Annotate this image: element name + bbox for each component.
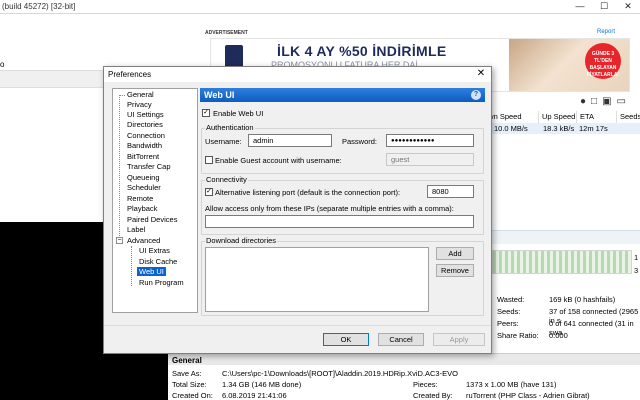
total-size-value: 1.34 GB (146 MB done) bbox=[222, 380, 302, 389]
created-by-label: Created By: bbox=[413, 391, 453, 400]
tree-item-remote[interactable]: Remote bbox=[127, 194, 153, 203]
row-down-speed: 10.0 MB/s bbox=[494, 124, 528, 133]
stat-wasted-value: 169 kB (0 hashfails) bbox=[549, 295, 616, 304]
side-number-2: 3 bbox=[634, 266, 639, 275]
tree-item-privacy[interactable]: Privacy bbox=[127, 100, 152, 109]
stat-ratio-value: 0.000 bbox=[549, 331, 568, 340]
tree-item-bandwidth[interactable]: Bandwidth bbox=[127, 141, 162, 150]
tree-item-connection[interactable]: Connection bbox=[127, 131, 165, 140]
password-input[interactable]: ●●●●●●●●●●●● bbox=[386, 134, 474, 147]
username-input[interactable]: admin bbox=[248, 134, 332, 147]
dialog-divider bbox=[104, 325, 491, 326]
tree-line bbox=[119, 95, 120, 244]
ad-report-link[interactable]: Report bbox=[597, 29, 615, 35]
preferences-dialog: Preferences ✕ General Privacy UI Setting… bbox=[103, 66, 492, 354]
monitor-icon[interactable]: ▭ bbox=[617, 96, 626, 107]
stat-ratio-label: Share Ratio: bbox=[497, 331, 539, 340]
alt-port-checkbox[interactable]: ✓ bbox=[205, 188, 213, 196]
pieces-value: 1373 x 1.00 MB (have 131) bbox=[466, 380, 557, 389]
toolbar-right: ● □ ▣ ▭ bbox=[560, 92, 640, 110]
row-eta: 12m 17s bbox=[579, 124, 608, 133]
col-eta[interactable]: ETA bbox=[576, 111, 594, 123]
alt-port-label: Alternative listening port (default is t… bbox=[215, 188, 401, 197]
stat-peers-label: Peers: bbox=[497, 319, 519, 328]
help-icon[interactable]: ? bbox=[471, 90, 481, 100]
remote-icon[interactable]: ▣ bbox=[602, 96, 611, 107]
tree-item-paired-devices[interactable]: Paired Devices bbox=[127, 215, 177, 224]
tree-item-run-program[interactable]: Run Program bbox=[139, 278, 184, 287]
tree-item-scheduler[interactable]: Scheduler bbox=[127, 183, 161, 192]
guest-username-input[interactable]: guest bbox=[386, 153, 474, 166]
lightbulb-icon[interactable]: ● bbox=[580, 96, 586, 107]
collapse-icon[interactable]: − bbox=[116, 237, 123, 244]
ad-badge: GÜNDE 3 TL'DEN BAŞLAYAN FİYATLARLA! bbox=[585, 43, 621, 79]
guest-label: Enable Guest account with username: bbox=[215, 156, 342, 165]
allow-ips-input[interactable] bbox=[205, 215, 474, 228]
ad-label: ADVERTISEMENT bbox=[205, 30, 248, 36]
ok-button[interactable]: OK bbox=[323, 333, 369, 346]
dialog-title: Preferences bbox=[108, 70, 152, 79]
dialog-titlebar: Preferences ✕ bbox=[104, 67, 491, 82]
col-seeds[interactable]: Seeds/ bbox=[616, 111, 640, 123]
apply-button[interactable]: Apply bbox=[433, 333, 485, 346]
tree-item-ui-extras[interactable]: UI Extras bbox=[139, 246, 170, 255]
col-up-speed[interactable]: Up Speed bbox=[538, 111, 575, 123]
created-on-value: 6.08.2019 21:41:06 bbox=[222, 391, 287, 400]
download-dirs-list[interactable] bbox=[205, 247, 429, 312]
tree-item-general[interactable]: General bbox=[127, 90, 154, 99]
tree-item-bittorrent[interactable]: BitTorrent bbox=[127, 152, 159, 161]
tree-item-disk-cache[interactable]: Disk Cache bbox=[139, 257, 177, 266]
enable-webui-label: Enable Web UI bbox=[213, 109, 264, 118]
enable-webui-checkbox[interactable]: ✓ bbox=[202, 109, 210, 117]
password-label: Password: bbox=[342, 137, 378, 146]
tree-item-transfer-cap[interactable]: Transfer Cap bbox=[127, 162, 171, 171]
tree-item-ui-settings[interactable]: UI Settings bbox=[127, 110, 164, 119]
tree-item-advanced[interactable]: Advanced bbox=[127, 236, 160, 245]
tree-item-label[interactable]: Label bbox=[127, 225, 145, 234]
window-controls: — ☐ ✕ bbox=[568, 0, 640, 14]
connectivity-group-title: Connectivity bbox=[205, 175, 248, 184]
tree-item-queueing[interactable]: Queueing bbox=[127, 173, 160, 182]
panel-title: Web UI bbox=[204, 90, 235, 100]
chat-icon[interactable]: □ bbox=[591, 96, 597, 107]
pieces-graph bbox=[492, 250, 632, 274]
remove-button[interactable]: Remove bbox=[436, 264, 474, 277]
ad-headline: İLK 4 AY %50 İNDİRİMLE bbox=[277, 43, 447, 59]
side-number-1: 1 bbox=[634, 253, 639, 262]
username-label: Username: bbox=[205, 137, 242, 146]
tree-branch bbox=[119, 95, 125, 96]
general-title: General bbox=[172, 356, 202, 365]
tree-subline bbox=[131, 246, 132, 286]
tree-item-directories[interactable]: Directories bbox=[127, 120, 163, 129]
left-pane-item[interactable]: o bbox=[0, 60, 4, 69]
download-dirs-title: Download directories bbox=[205, 236, 278, 245]
tree-item-playback[interactable]: Playback bbox=[127, 204, 157, 213]
tree-item-web-ui[interactable]: Web UI bbox=[137, 267, 166, 276]
alt-port-input[interactable]: 8080 bbox=[427, 185, 474, 198]
close-icon[interactable]: ✕ bbox=[475, 68, 487, 79]
allow-ips-label: Allow access only from these IPs (separa… bbox=[205, 204, 454, 213]
maximize-icon[interactable]: ☐ bbox=[592, 0, 616, 14]
cancel-button[interactable]: Cancel bbox=[378, 333, 424, 346]
row-up-speed: 18.3 kB/s bbox=[543, 124, 575, 133]
close-window-icon[interactable]: ✕ bbox=[616, 0, 640, 14]
minimize-icon[interactable]: — bbox=[568, 0, 592, 14]
preferences-tree: General Privacy UI Settings Directories … bbox=[112, 88, 198, 313]
stat-wasted-label: Wasted: bbox=[497, 295, 525, 304]
auth-group-title: Authentication bbox=[205, 123, 255, 132]
panel-header: Web UI ? bbox=[200, 88, 485, 102]
stat-seeds-label: Seeds: bbox=[497, 307, 521, 316]
add-button[interactable]: Add bbox=[436, 247, 474, 260]
save-as-value: C:\Users\pc-1\Downloads\[ROOT]\Aladdin.2… bbox=[222, 369, 458, 378]
pieces-label: Pieces: bbox=[413, 380, 438, 389]
main-window-titlebar: (build 45272) [32-bit] — ☐ ✕ bbox=[0, 0, 640, 14]
created-on-label: Created On: bbox=[172, 391, 213, 400]
total-size-label: Total Size: bbox=[172, 380, 207, 389]
save-as-label: Save As: bbox=[172, 369, 202, 378]
created-by-value: ruTorrent (PHP Class - Adrien Gibrat) bbox=[466, 391, 590, 400]
general-section-header: General bbox=[168, 353, 640, 365]
main-window-title: (build 45272) [32-bit] bbox=[2, 2, 76, 11]
guest-checkbox[interactable] bbox=[205, 156, 213, 164]
